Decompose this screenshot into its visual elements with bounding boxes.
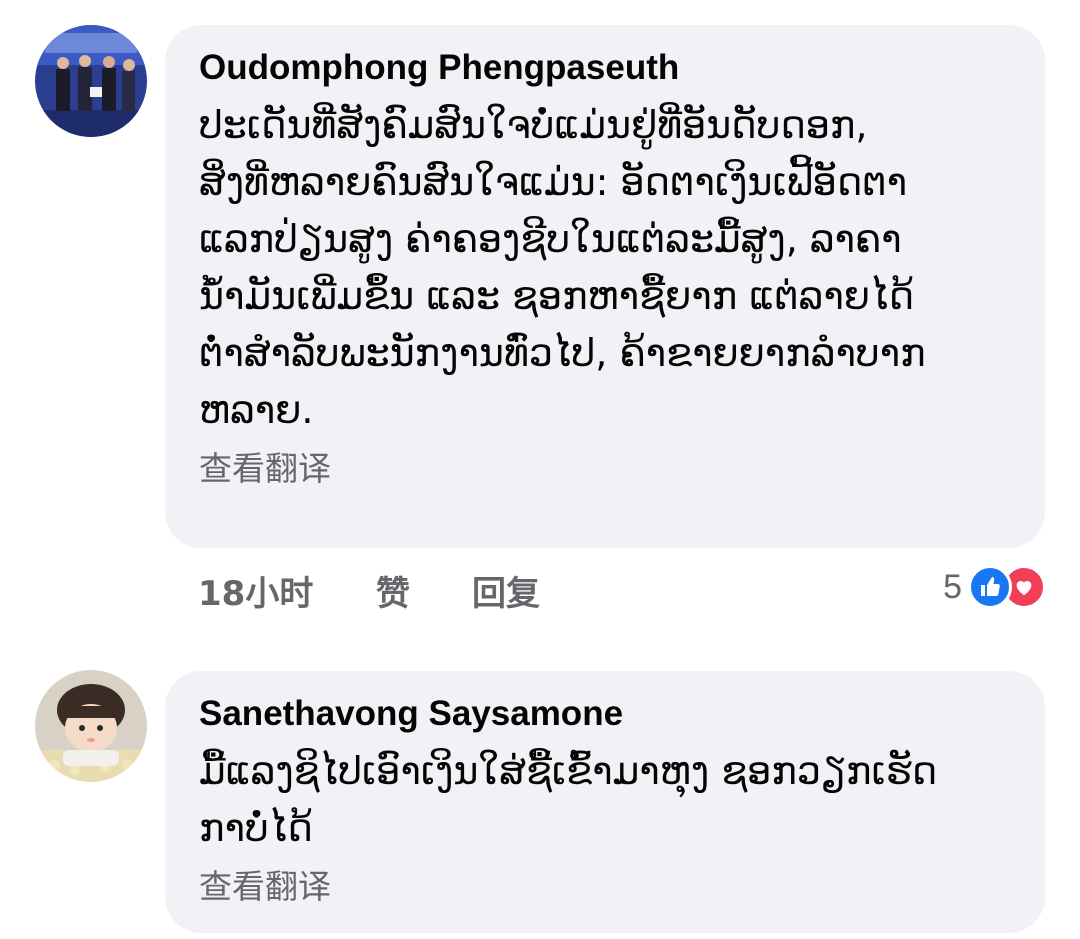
comment-author[interactable]: Oudomphong Phengpaseuth [199,47,1011,89]
like-icon [968,565,1012,609]
avatar[interactable] [35,670,147,782]
comment-text: ປະເດັນທີ່ສັງຄົມສົນໃຈບໍ່ແມ່ນຢູ່ທີ່ອັນດັບດ… [199,103,926,432]
comment-bubble: Oudomphong Phengpaseuth ປະເດັນທີ່ສັງຄົມສ… [165,25,1045,548]
reaction-count: 5 [943,567,962,606]
reaction-summary[interactable]: 5 [943,562,1046,612]
avatar-photo-icon [35,25,147,137]
comment-text: ມື້ແລງຊິໄປເອົາເງິນໃສ່ຊື້ເຂົ້າມາຫຸງ ຊອກວຽ… [199,749,938,850]
comment-author[interactable]: Sanethavong Saysamone [199,693,1011,735]
comment-actions: 18小时 赞 回复 [198,565,540,615]
avatar[interactable] [35,25,147,137]
like-button[interactable]: 赞 [376,566,472,615]
reply-button[interactable]: 回复 [472,566,540,615]
see-translation-link[interactable]: 查看翻译 [199,449,1011,489]
avatar-photo-icon [35,670,147,782]
comment-time[interactable]: 18小时 [198,566,376,615]
comment-bubble: Sanethavong Saysamone ມື້ແລງຊິໄປເອົາເງິນ… [165,671,1045,933]
see-translation-link[interactable]: 查看翻译 [199,867,1011,907]
